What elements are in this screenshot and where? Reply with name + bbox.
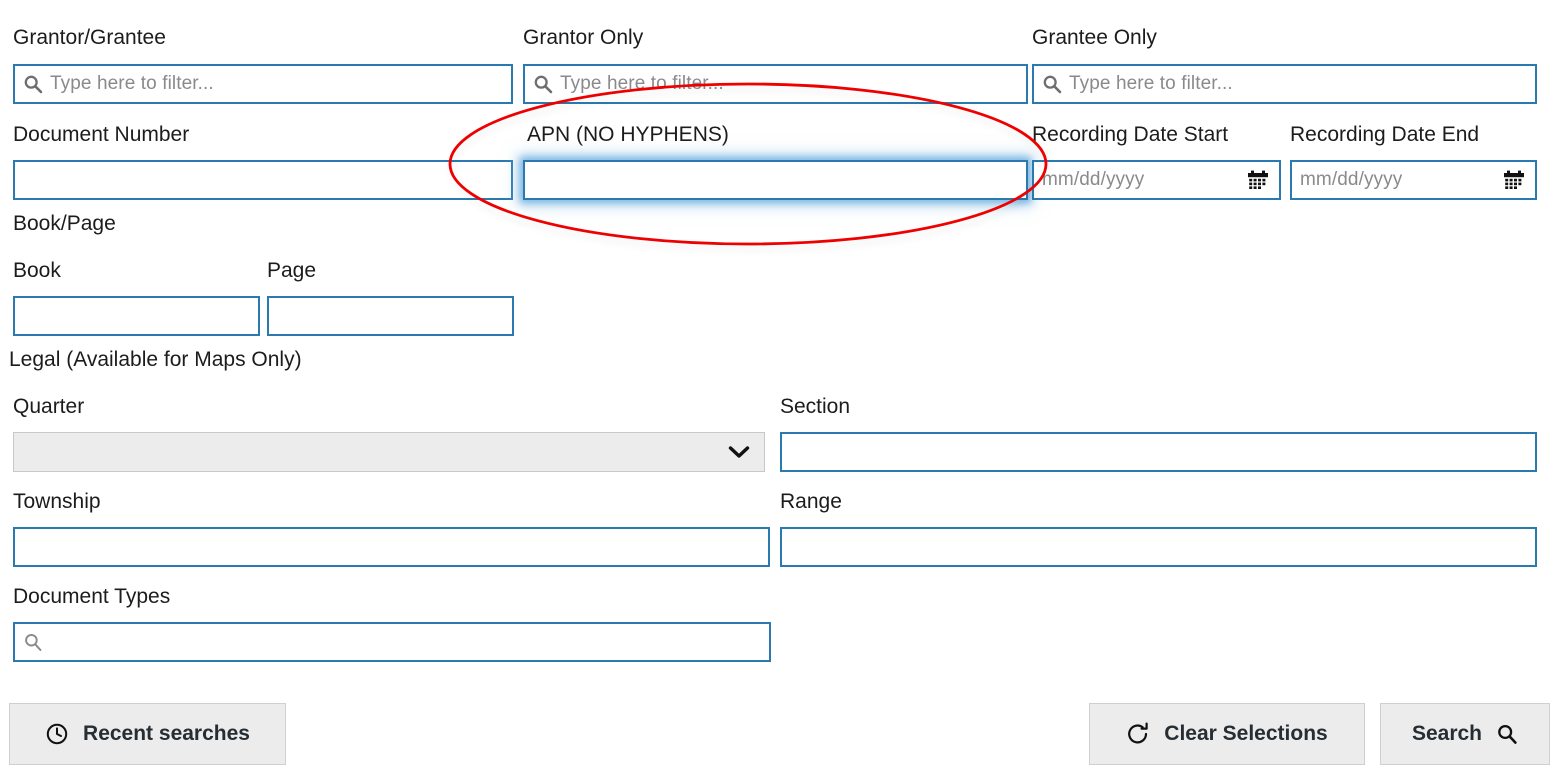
range-input[interactable] bbox=[780, 527, 1537, 567]
grantee-only-input[interactable]: Type here to filter... bbox=[1032, 64, 1537, 104]
page-input[interactable] bbox=[267, 296, 514, 336]
clear-selections-label: Clear Selections bbox=[1164, 722, 1327, 746]
grantee-only-placeholder: Type here to filter... bbox=[1069, 73, 1233, 95]
township-input[interactable] bbox=[13, 527, 770, 567]
calendar-icon[interactable] bbox=[1247, 170, 1269, 190]
section-label: Section bbox=[780, 394, 850, 419]
recording-date-start-placeholder: mm/dd/yyyy bbox=[1042, 169, 1144, 191]
book-label: Book bbox=[13, 258, 61, 283]
page-label: Page bbox=[267, 258, 316, 283]
recent-searches-label: Recent searches bbox=[83, 722, 250, 746]
grantor-only-input[interactable]: Type here to filter... bbox=[523, 64, 1028, 104]
apn-label: APN (NO HYPHENS) bbox=[527, 122, 729, 147]
search-icon bbox=[23, 74, 43, 94]
recording-date-start-label: Recording Date Start bbox=[1032, 122, 1228, 147]
quarter-label: Quarter bbox=[13, 394, 84, 419]
document-search-form: Grantor/Grantee Type here to filter... G… bbox=[0, 0, 1559, 775]
grantee-only-label: Grantee Only bbox=[1032, 25, 1157, 50]
recording-date-end-label: Recording Date End bbox=[1290, 122, 1479, 147]
search-button[interactable]: Search bbox=[1380, 703, 1550, 765]
search-button-label: Search bbox=[1412, 722, 1482, 746]
book-page-heading: Book/Page bbox=[13, 211, 116, 236]
township-label: Township bbox=[13, 489, 101, 514]
recording-date-start-input[interactable]: mm/dd/yyyy bbox=[1032, 160, 1281, 200]
document-types-input[interactable] bbox=[13, 622, 771, 662]
quarter-select[interactable] bbox=[13, 432, 765, 472]
grantor-grantee-label: Grantor/Grantee bbox=[13, 25, 166, 50]
search-icon bbox=[1042, 74, 1062, 94]
grantor-grantee-input[interactable]: Type here to filter... bbox=[13, 64, 513, 104]
grantor-only-placeholder: Type here to filter... bbox=[560, 73, 724, 95]
refresh-icon bbox=[1126, 722, 1150, 746]
apn-input[interactable] bbox=[523, 160, 1028, 200]
book-page-heading-text: Book/Page bbox=[13, 212, 116, 235]
range-label: Range bbox=[780, 489, 842, 514]
search-icon bbox=[1496, 723, 1518, 745]
recent-searches-button[interactable]: Recent searches bbox=[9, 703, 286, 765]
book-input[interactable] bbox=[13, 296, 260, 336]
recording-date-end-input[interactable]: mm/dd/yyyy bbox=[1290, 160, 1537, 200]
recording-date-end-placeholder: mm/dd/yyyy bbox=[1300, 169, 1402, 191]
section-input[interactable] bbox=[780, 432, 1537, 472]
document-types-label: Document Types bbox=[13, 584, 170, 609]
grantor-grantee-placeholder: Type here to filter... bbox=[50, 73, 214, 95]
document-number-label: Document Number bbox=[13, 122, 189, 147]
grantor-only-label: Grantor Only bbox=[523, 25, 643, 50]
search-icon bbox=[533, 74, 553, 94]
clock-icon bbox=[45, 722, 69, 746]
legal-heading: Legal (Available for Maps Only) bbox=[9, 347, 302, 372]
document-number-input[interactable] bbox=[13, 160, 513, 200]
search-icon bbox=[23, 632, 43, 652]
clear-selections-button[interactable]: Clear Selections bbox=[1089, 703, 1365, 765]
chevron-down-icon bbox=[728, 445, 750, 459]
calendar-icon[interactable] bbox=[1503, 170, 1525, 190]
